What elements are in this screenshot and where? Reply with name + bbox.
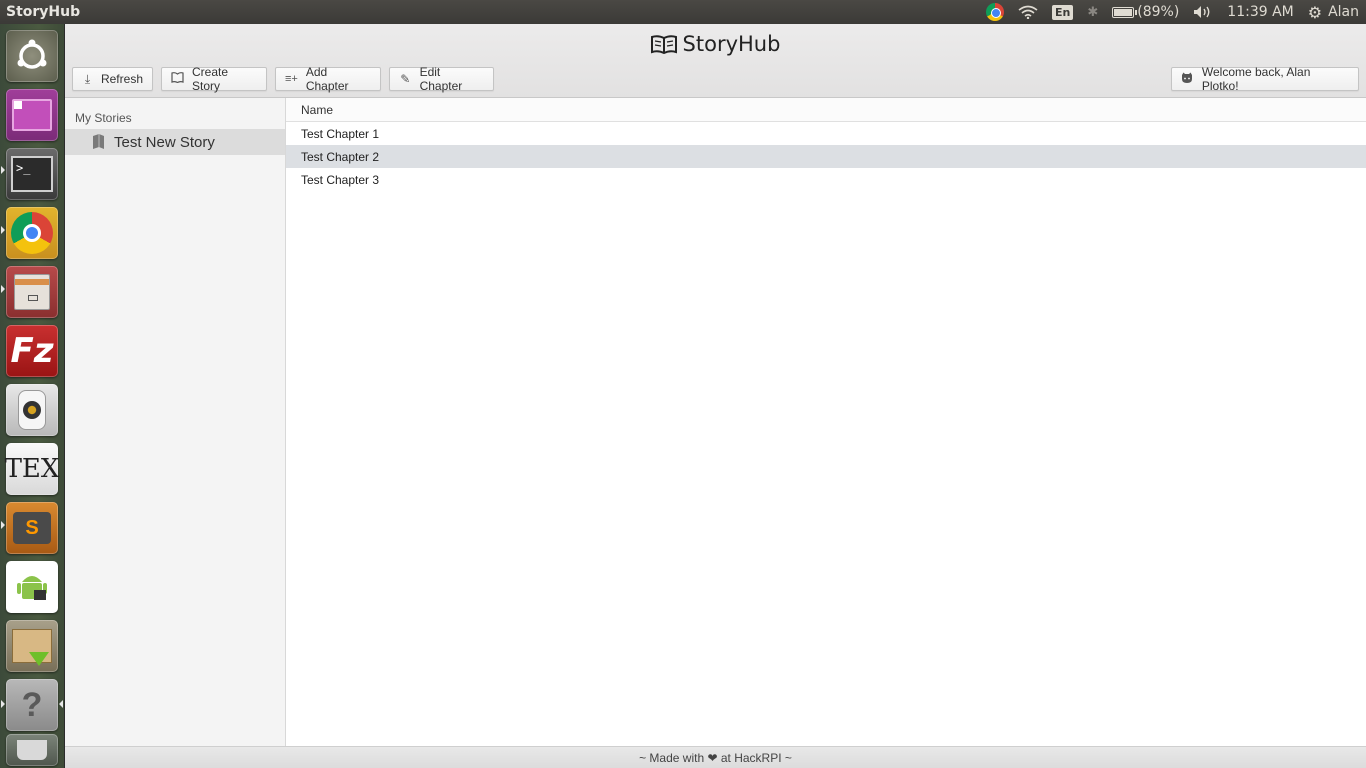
create-story-button[interactable]: Create Story bbox=[161, 65, 267, 93]
table-row[interactable]: Test Chapter 3 bbox=[286, 168, 1366, 191]
workspace-switcher-icon[interactable] bbox=[6, 89, 58, 141]
volume-icon[interactable] bbox=[1186, 0, 1220, 24]
chapter-name: Test Chapter 2 bbox=[301, 149, 380, 164]
pencil-icon: ✎ bbox=[400, 72, 411, 86]
filezilla-icon[interactable]: Fz bbox=[6, 325, 58, 377]
github-icon bbox=[1181, 72, 1194, 87]
table-row-selected[interactable]: Test Chapter 2 bbox=[286, 145, 1366, 168]
edit-chapter-label: Edit Chapter bbox=[419, 65, 463, 93]
texmaker-icon[interactable]: TEX bbox=[5, 443, 59, 495]
edit-chapter-button[interactable]: ✎ Edit Chapter bbox=[389, 65, 494, 93]
system-top-bar: StoryHub En ✱ (89%) 11:39 AM ⚙ Alan bbox=[0, 0, 1366, 24]
chapter-name: Test Chapter 3 bbox=[301, 172, 380, 187]
book-icon bbox=[93, 134, 104, 149]
battery-icon bbox=[1112, 6, 1138, 18]
refresh-button[interactable]: ⤓ Refresh bbox=[72, 67, 153, 91]
app-footer: ~ Made with ❤ at HackRPI ~ bbox=[65, 746, 1366, 768]
stories-sidebar: My Stories Test New Story bbox=[65, 98, 286, 746]
system-tray: En ✱ (89%) 11:39 AM ⚙ Alan bbox=[979, 0, 1366, 24]
welcome-user-button[interactable]: Welcome back, Alan Plotko! bbox=[1171, 65, 1359, 93]
clock[interactable]: 11:39 AM bbox=[1220, 0, 1300, 24]
download-icon: ⤓ bbox=[84, 71, 91, 86]
sublime-text-icon[interactable]: S bbox=[6, 502, 58, 554]
session-menu[interactable]: ⚙ Alan bbox=[1301, 0, 1366, 24]
app-header: StoryHub ⤓ Refresh Create Story ≡+ Add C… bbox=[65, 24, 1366, 98]
app-brand: StoryHub bbox=[65, 32, 1366, 56]
battery-indicator[interactable]: (89%) bbox=[1105, 0, 1186, 24]
sidebar-item-story[interactable]: Test New Story bbox=[65, 129, 285, 155]
brand-title: StoryHub bbox=[682, 32, 781, 56]
welcome-label: Welcome back, Alan Plotko! bbox=[1201, 65, 1311, 93]
keyboard-layout-indicator[interactable]: En bbox=[1045, 0, 1080, 24]
add-chapter-button[interactable]: ≡+ Add Chapter bbox=[275, 65, 381, 93]
chapter-list: Name Test Chapter 1 Test Chapter 2 Test … bbox=[286, 98, 1366, 746]
add-chapter-label: Add Chapter bbox=[305, 65, 349, 93]
sidebar-heading: My Stories bbox=[75, 111, 132, 125]
book-icon bbox=[171, 72, 184, 86]
archive-download-icon[interactable] bbox=[6, 620, 58, 672]
launcher: >_ Fz TEX S ? bbox=[0, 24, 65, 768]
android-sdk-icon[interactable] bbox=[6, 561, 58, 613]
chrome-icon[interactable] bbox=[6, 207, 58, 259]
file-cabinet-icon[interactable] bbox=[6, 266, 58, 318]
speaker-icon[interactable] bbox=[6, 384, 58, 436]
user-name: Alan bbox=[1328, 4, 1359, 20]
refresh-label: Refresh bbox=[100, 72, 143, 86]
footer-text: ~ Made with ❤ at HackRPI ~ bbox=[639, 750, 792, 765]
column-header-name[interactable]: Name bbox=[286, 98, 1366, 122]
trash-icon[interactable] bbox=[6, 734, 58, 766]
help-icon[interactable]: ? bbox=[6, 679, 58, 731]
dash-home-icon[interactable] bbox=[6, 30, 58, 82]
create-story-label: Create Story bbox=[192, 65, 229, 93]
active-app-title: StoryHub bbox=[6, 4, 81, 20]
chapter-name: Test Chapter 1 bbox=[301, 126, 380, 141]
list-add-icon: ≡+ bbox=[285, 73, 298, 85]
terminal-icon[interactable]: >_ bbox=[6, 148, 58, 200]
battery-percent: (89%) bbox=[1137, 4, 1180, 20]
app-window: StoryHub ⤓ Refresh Create Story ≡+ Add C… bbox=[65, 24, 1366, 768]
table-row[interactable]: Test Chapter 1 bbox=[286, 122, 1366, 145]
gear-icon: ⚙ bbox=[1307, 2, 1323, 22]
story-title: Test New Story bbox=[114, 133, 215, 151]
open-book-icon bbox=[650, 35, 677, 54]
wifi-icon[interactable] bbox=[1011, 0, 1045, 24]
chrome-indicator-icon[interactable] bbox=[979, 0, 1011, 24]
bluetooth-icon[interactable]: ✱ bbox=[1080, 0, 1105, 24]
